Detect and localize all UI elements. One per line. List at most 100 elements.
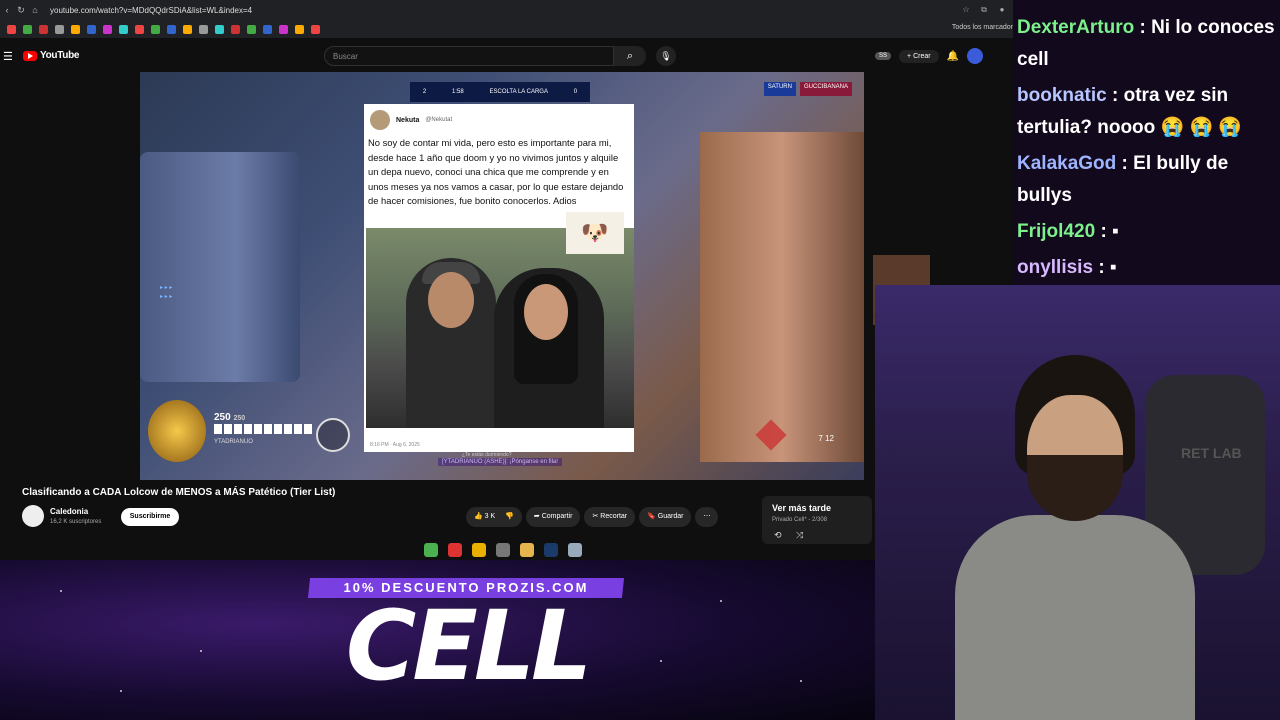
folder-icon[interactable]: [520, 543, 534, 557]
profile-icon[interactable]: ●: [995, 5, 1009, 15]
create-button[interactable]: + Crear: [899, 49, 939, 63]
hud-mode: ESCOLTA LA CARGA: [489, 89, 548, 95]
watch-later-subtitle: Privado Cell* - 2/308: [772, 517, 828, 523]
chat-message: DexterArturo : Ni lo conoces cell: [1017, 12, 1277, 76]
webcam-feed: RET LAB: [875, 285, 1280, 720]
search-input[interactable]: Buscar: [324, 46, 614, 66]
youtube-header: ☰ YouTube Buscar ⌕ 🎙 SS + Crear 🔔: [0, 38, 1013, 72]
share-label: Compartir: [541, 513, 573, 520]
channel-name[interactable]: Caledonia: [50, 507, 88, 516]
tweet-photo: [366, 228, 634, 428]
bookmark-icon[interactable]: [71, 24, 80, 34]
hud-player-left: SATURN: [763, 82, 796, 96]
streamer: [955, 345, 1195, 720]
hamburger-menu-icon[interactable]: ☰: [3, 50, 13, 63]
hud-player-name: YTADRIANUO: [214, 439, 253, 445]
taskbar: [424, 543, 582, 557]
extensions-icon[interactable]: ⧉: [977, 5, 991, 15]
bookmark-icon[interactable]: [311, 24, 320, 34]
tweet-text: No soy de contar mi vida, pero esto es i…: [368, 137, 624, 206]
bookmark-icon[interactable]: [183, 24, 192, 34]
watch-later-panel[interactable]: Ver más tarde Privado Cell* - 2/308 ⟲ ⤨: [762, 496, 872, 544]
ss-badge: SS: [875, 52, 892, 60]
hud-health: 250 250: [214, 412, 245, 423]
save-label: Guardar: [657, 513, 684, 520]
browser-window: ‹ ↻ ⌂ youtube.com/watch?v=MDdQQdrSDiA&li…: [0, 0, 1013, 560]
chat-username: onyllisis: [1017, 257, 1094, 278]
bookmark-icon[interactable]: [87, 24, 96, 34]
chat-username: DexterArturo: [1017, 17, 1135, 38]
bookmark-icon[interactable]: [151, 24, 160, 34]
bookmark-icon[interactable]: [119, 24, 128, 34]
loop-icon[interactable]: ⟲: [774, 530, 782, 541]
channel-avatar[interactable]: [22, 505, 44, 527]
account-avatar[interactable]: [967, 48, 984, 64]
save-button[interactable]: 🔖 Guardar: [639, 507, 692, 527]
bookmark-icon[interactable]: [247, 24, 256, 34]
app-icon[interactable]: [424, 543, 438, 557]
subscribe-button[interactable]: Suscribirme: [121, 508, 179, 526]
clip-label: Recortar: [600, 513, 628, 520]
video-player[interactable]: 2 1:58 ESCOLTA LA CARGA 0 SATURN GUCCIBA…: [140, 72, 864, 480]
hud-score-right: 0: [573, 89, 578, 95]
bookmark-icon[interactable]: [279, 24, 288, 34]
back-icon[interactable]: ‹: [0, 5, 14, 15]
dislike-icon[interactable]: 👎: [505, 507, 514, 527]
chat-message: Frijol420 : ▪: [1017, 216, 1277, 248]
bookmark-icon[interactable]: [39, 24, 48, 34]
like-button[interactable]: 👍 3 K: [474, 507, 495, 527]
url-text[interactable]: youtube.com/watch?v=MDdQQdrSDiA&list=WL&…: [50, 6, 959, 15]
chrome-icon[interactable]: [472, 543, 486, 557]
bookmark-icon[interactable]: [103, 24, 112, 34]
chat-username: Frijol420: [1017, 221, 1096, 242]
tweet-author: Nekuta: [396, 116, 420, 124]
bookmark-icon[interactable]: [215, 24, 224, 34]
chat-message: KalakaGod : El bully de bullys: [1017, 148, 1277, 212]
emote-icon: ▪: [1112, 221, 1119, 242]
chat-username: KalakaGod: [1017, 153, 1117, 174]
hud-ammo: 7 12: [818, 434, 834, 443]
tweet-card: Nekuta @Nekutat No soy de contar mi vida…: [364, 104, 634, 452]
microphone-icon[interactable]: 🎙: [656, 46, 676, 66]
app-icon[interactable]: [448, 543, 462, 557]
bookmark-icon[interactable]: [295, 24, 304, 34]
address-bar[interactable]: ‹ ↻ ⌂ youtube.com/watch?v=MDdQQdrSDiA&li…: [0, 0, 1013, 20]
like-dislike-group: 👍 3 K 👎: [466, 507, 522, 527]
bookmark-icon[interactable]: [55, 24, 64, 34]
chat-text: :: [1098, 257, 1105, 278]
app-icon[interactable]: [568, 543, 582, 557]
hero-portrait-icon: [148, 400, 206, 462]
more-options-icon[interactable]: ⋯: [695, 507, 719, 527]
chat-username: booknatic: [1017, 85, 1107, 106]
bookmark-icon[interactable]: [199, 24, 208, 34]
chat-text: :: [1100, 221, 1107, 242]
youtube-logo[interactable]: YouTube: [23, 50, 80, 61]
hud-team-bar: SATURN GUCCIBANANA: [763, 82, 852, 96]
watch-later-title: Ver más tarde: [772, 503, 832, 513]
bookmark-icon[interactable]: [135, 24, 144, 34]
clip-button[interactable]: ✂ Recortar: [584, 507, 636, 527]
bookmark-icon[interactable]: [231, 24, 240, 34]
app-icon[interactable]: [496, 543, 510, 557]
action-bar: 👍 3 K 👎 ➦ Compartir ✂ Recortar 🔖 Guardar…: [466, 507, 719, 527]
bookmark-icon[interactable]: [23, 24, 32, 34]
star-icon[interactable]: ☆: [959, 5, 973, 15]
hud-hp-max: 250: [233, 415, 246, 422]
photo-person-right: [494, 268, 604, 428]
stream-chat: DexterArturo : Ni lo conoces cell bookna…: [1013, 0, 1280, 285]
all-bookmarks-link[interactable]: Todos los marcador: [952, 24, 1013, 31]
search-icon[interactable]: ⌕: [614, 46, 646, 66]
bookmark-icon[interactable]: [263, 24, 272, 34]
bookmark-icon[interactable]: [167, 24, 176, 34]
hud-time: 1:58: [452, 89, 464, 95]
share-button[interactable]: ➦ Compartir: [525, 507, 581, 527]
like-count: 3 K: [484, 513, 496, 520]
notifications-bell-icon[interactable]: 🔔: [947, 51, 959, 62]
reload-icon[interactable]: ↻: [14, 5, 28, 16]
shuffle-icon[interactable]: ⤨: [796, 530, 803, 541]
home-icon[interactable]: ⌂: [28, 5, 42, 15]
hud-hp-value: 250: [214, 412, 231, 423]
subscriber-count: 16,2 K suscriptores: [50, 519, 102, 525]
photoshop-icon[interactable]: [544, 543, 558, 557]
bookmark-icon[interactable]: [7, 24, 16, 34]
